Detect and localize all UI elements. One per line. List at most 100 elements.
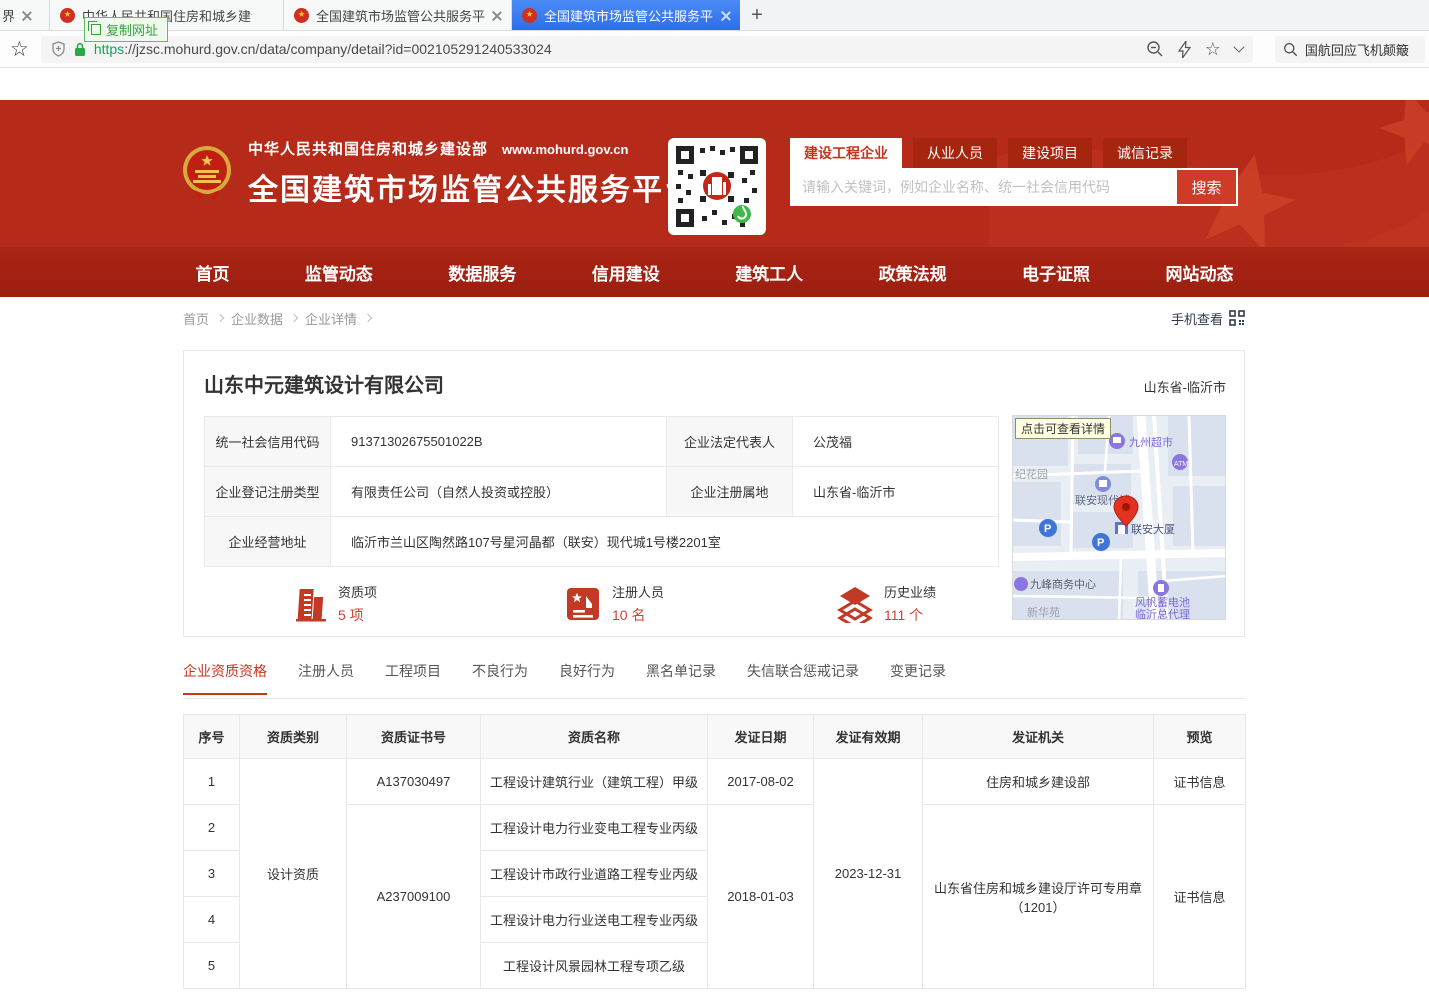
page-content: 首页 企业数据 企业详情 手机查看 山东中元建筑设计有限公司 山东省-临沂市 统… [183, 297, 1245, 989]
tab-dishonesty-records[interactable]: 失信联合惩戒记录 [747, 661, 859, 694]
copy-icon [91, 24, 101, 35]
tab-blacklist[interactable]: 黑名单记录 [646, 661, 716, 694]
cell-seq: 3 [184, 851, 240, 897]
close-icon[interactable] [492, 11, 501, 20]
col-header: 序号 [184, 715, 240, 759]
cell-cert-no: A237009100 [347, 805, 481, 989]
cell-seq: 4 [184, 897, 240, 943]
search-form: 搜索 [790, 168, 1238, 206]
close-icon[interactable] [721, 11, 730, 20]
zoom-out-icon[interactable] [1146, 40, 1164, 58]
quick-search-text: 国航回应飞机颠簸 [1305, 40, 1409, 59]
national-emblem-icon [180, 144, 234, 204]
breadcrumb-company-detail[interactable]: 企业详情 [305, 309, 357, 328]
info-label: 企业法定代表人 [667, 417, 793, 467]
stat-value: 111 个 [884, 605, 936, 625]
browser-tab-active[interactable]: 全国建筑市场监管公共服务平台 [512, 0, 740, 30]
stat-value: 10 名 [612, 605, 664, 625]
cell-authority: 山东省住房和城乡建设厅许可专用章（1201） [923, 805, 1154, 989]
ministry-url: www.mohurd.gov.cn [502, 142, 628, 157]
favorite-star-icon[interactable]: ☆ [1205, 40, 1221, 58]
cell-category: 设计资质 [240, 759, 347, 989]
tab-projects[interactable]: 工程项目 [385, 661, 441, 694]
copy-url-tooltip: 复制网址 [84, 17, 168, 42]
main-navigation: 首页 监管动态 数据服务 信用建设 建筑工人 政策法规 电子证照 网站动态 [0, 247, 1429, 297]
search-input[interactable] [790, 168, 1175, 206]
chevron-right-icon [216, 314, 224, 322]
company-info-table: 统一社会信用代码 91371302675501022B 企业法定代表人 公茂福 … [204, 416, 999, 567]
nav-item-credit[interactable]: 信用建设 [580, 260, 672, 285]
search-category-tabs: 建设工程企业 从业人员 建设项目 诚信记录 [790, 138, 1238, 168]
map-canvas: 九州超市 ATM 纪花园 联安现代城 联安大厦 P P 九峰商务中心 风帆蓄电池 [1013, 416, 1226, 620]
qr-code-icon [1229, 310, 1245, 326]
search-tab-credit[interactable]: 诚信记录 [1103, 138, 1187, 168]
certificate-info-link[interactable]: 证书信息 [1154, 805, 1246, 989]
shield-icon[interactable] [51, 41, 66, 57]
browser-tab-2[interactable]: 全国建筑市场监管公共服务平台 [284, 0, 512, 30]
col-header: 资质类别 [240, 715, 347, 759]
tab-registered-personnel[interactable]: 注册人员 [298, 661, 354, 694]
nav-item-policy[interactable]: 政策法规 [867, 260, 959, 285]
browser-window: 界 中华人民共和国住房和城乡建设 全国建筑市场监管公共服务平台 全国建筑市场监管… [0, 0, 1429, 996]
tab-title: 全国建筑市场监管公共服务平台 [544, 6, 714, 25]
browser-tab-bar: 界 中华人民共和国住房和城乡建设 全国建筑市场监管公共服务平台 全国建筑市场监管… [0, 0, 1429, 31]
location-map[interactable]: 点击可查看详情 [1012, 415, 1226, 620]
chevron-right-icon [290, 314, 298, 322]
nav-item-e-license[interactable]: 电子证照 [1010, 260, 1102, 285]
lightning-icon[interactable] [1178, 41, 1191, 58]
cell-authority: 住房和城乡建设部 [923, 759, 1154, 805]
info-label: 统一社会信用代码 [205, 417, 331, 467]
search-button[interactable]: 搜索 [1176, 169, 1237, 205]
cell-qual-name: 工程设计电力行业变电工程专业丙级 [481, 805, 708, 851]
table-row: 1 设计资质 A137030497 工程设计建筑行业（建筑工程）甲级 2017-… [184, 759, 1246, 805]
cell-issue-date: 2017-08-02 [708, 759, 814, 805]
address-value: 临沂市兰山区陶然路107号星河晶都（联安）现代城1号楼2201室 [331, 517, 999, 567]
cell-validity: 2023-12-31 [814, 759, 923, 989]
svg-text:联安大厦: 联安大厦 [1131, 522, 1175, 536]
svg-text:ATM: ATM [1174, 461, 1188, 468]
tab-change-records[interactable]: 变更记录 [890, 661, 946, 694]
stat-value: 5 项 [338, 605, 377, 625]
cell-qual-name: 工程设计市政行业道路工程专业丙级 [481, 851, 708, 897]
nav-item-data-service[interactable]: 数据服务 [436, 260, 528, 285]
emblem-favicon-icon [60, 8, 75, 23]
nav-item-site-news[interactable]: 网站动态 [1153, 260, 1245, 285]
tab-good-behavior[interactable]: 良好行为 [559, 661, 615, 694]
legal-rep-value: 公茂福 [793, 417, 999, 467]
cell-qual-name: 工程设计风景园林工程专项乙级 [481, 943, 708, 989]
nav-item-home[interactable]: 首页 [184, 260, 242, 285]
nav-item-workers[interactable]: 建筑工人 [723, 260, 815, 285]
col-header: 资质名称 [481, 715, 708, 759]
address-bar[interactable]: https://jzsc.mohurd.gov.cn/data/company/… [41, 36, 1253, 63]
tab-qualifications[interactable]: 企业资质资格 [183, 661, 267, 694]
col-header: 预览 [1154, 715, 1246, 759]
ministry-name: 中华人民共和国住房和城乡建设部 [248, 141, 488, 158]
search-tab-project[interactable]: 建设项目 [1008, 138, 1092, 168]
bookmark-star-icon[interactable]: ☆ [10, 39, 29, 60]
header-qr-code [668, 138, 766, 235]
certificate-info-link[interactable]: 证书信息 [1154, 759, 1246, 805]
detail-section-tabs: 企业资质资格 注册人员 工程项目 不良行为 良好行为 黑名单记录 失信联合惩戒记… [183, 661, 1245, 699]
browser-tab-0[interactable]: 界 [0, 0, 50, 30]
quick-search-box[interactable]: 国航回应飞机颠簸 [1275, 36, 1425, 63]
col-header: 资质证书号 [347, 715, 481, 759]
search-tab-personnel[interactable]: 从业人员 [913, 138, 997, 168]
tab-title: 界 [2, 6, 15, 25]
svg-text:P: P [1044, 523, 1051, 535]
brand-text: 中华人民共和国住房和城乡建设部 www.mohurd.gov.cn 全国建筑市场监… [248, 138, 696, 209]
search-tab-enterprise[interactable]: 建设工程企业 [790, 138, 902, 168]
platform-title: 全国建筑市场监管公共服务平台 [248, 165, 696, 209]
breadcrumb-home[interactable]: 首页 [183, 309, 209, 328]
close-icon[interactable] [22, 11, 31, 20]
nav-item-supervision[interactable]: 监管动态 [293, 260, 385, 285]
new-tab-button[interactable]: + [740, 0, 774, 30]
company-name: 山东中元建筑设计有限公司 [204, 369, 1224, 398]
search-icon [1283, 42, 1298, 57]
chevron-down-icon[interactable] [1233, 41, 1244, 52]
company-region: 山东省-临沂市 [1144, 377, 1226, 396]
breadcrumb-company-data[interactable]: 企业数据 [231, 309, 283, 328]
mobile-view[interactable]: 手机查看 [1171, 309, 1245, 328]
tab-bad-behavior[interactable]: 不良行为 [472, 661, 528, 694]
col-header: 发证日期 [708, 715, 814, 759]
chevron-right-icon [364, 314, 372, 322]
